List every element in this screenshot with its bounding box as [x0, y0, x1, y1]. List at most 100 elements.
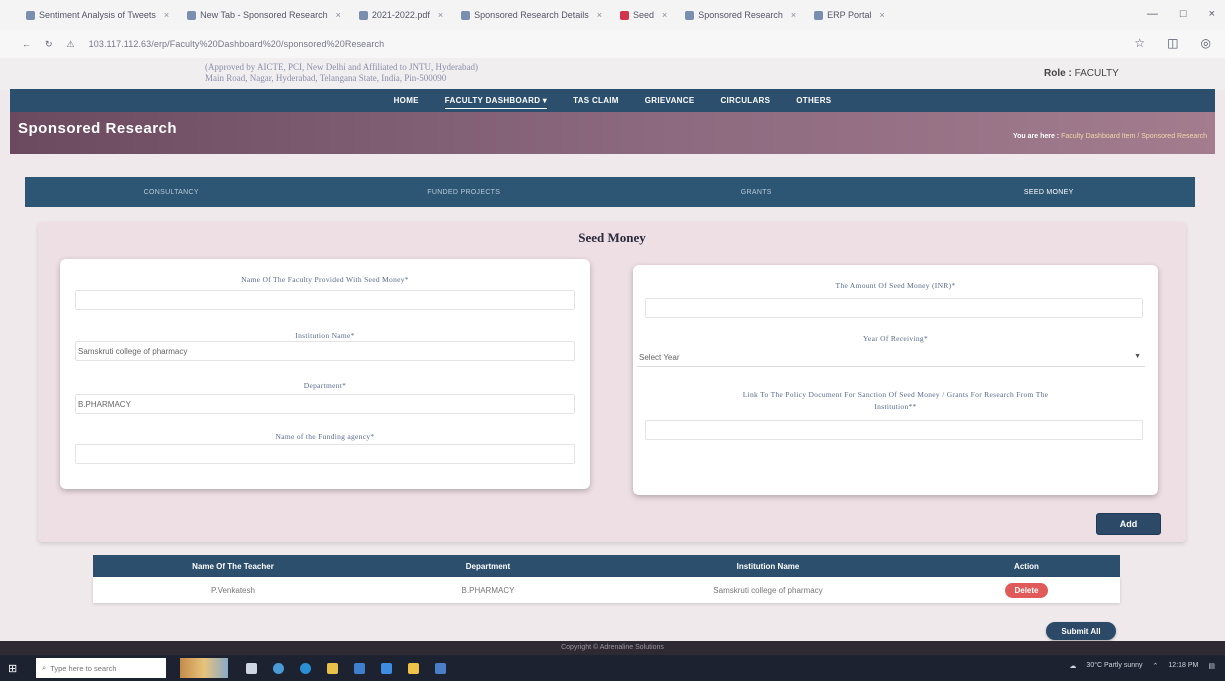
department-input[interactable]: B.PHARMACY: [75, 394, 575, 414]
research-subtabs: CONSULTANCY FUNDED PROJECTS GRANTS SEED …: [25, 177, 1195, 207]
lock-icon: ⚠: [66, 38, 75, 49]
department-label: Department*: [303, 381, 347, 390]
policy-link-input[interactable]: [645, 420, 1143, 440]
page-banner: Sponsored Research You are here : Facult…: [10, 112, 1215, 154]
institution-cell: Samskruti college of pharmacy: [713, 585, 823, 595]
extensions-icon[interactable]: ◫: [1167, 36, 1178, 50]
policy-link-label: Link To The Policy Document For Sanction…: [742, 390, 1049, 411]
back-icon[interactable]: ←: [22, 39, 31, 49]
page-footer: Copyright © Adrenaline Solutions: [0, 641, 1225, 655]
amount-input[interactable]: [645, 298, 1143, 318]
photos-icon[interactable]: [435, 662, 446, 674]
close-icon[interactable]: ×: [164, 10, 169, 20]
institution-label: Institution Name*: [295, 331, 355, 340]
institution-input[interactable]: Samskruti college of pharmacy: [75, 341, 575, 361]
close-icon[interactable]: ×: [662, 10, 667, 20]
year-select[interactable]: Select Year ▼: [636, 347, 1146, 367]
chevron-down-icon: ▼: [1134, 353, 1141, 360]
nav-tas-claim[interactable]: TAS CLAIM: [573, 93, 619, 108]
site-header: (Approved by AICTE, PCI, New Delhi and A…: [0, 58, 1225, 90]
table-header: Name Of The Teacher Department Instituti…: [93, 555, 1120, 577]
browser-tab[interactable]: Sponsored Research ×: [679, 5, 802, 25]
task-view-icon[interactable]: [246, 662, 257, 674]
tab-consultancy[interactable]: CONSULTANCY: [25, 189, 318, 196]
taskbar-search[interactable]: ⌕ Type here to search: [36, 658, 166, 678]
nav-faculty-dashboard[interactable]: FACULTY DASHBOARD ▾: [444, 93, 548, 109]
nav-circulars[interactable]: CIRCULARS: [720, 93, 770, 108]
nav-home[interactable]: HOME: [394, 93, 419, 108]
action-cell: Delete: [933, 582, 1120, 598]
close-icon[interactable]: ×: [879, 10, 884, 20]
window-controls: — □ ×: [1147, 8, 1215, 20]
main-nav: HOME FACULTY DASHBOARD ▾ TAS CLAIM GRIEV…: [10, 89, 1215, 112]
browser-tab[interactable]: Sentiment Analysis of Tweets ×: [20, 5, 175, 25]
bookmark-icon[interactable]: ☆: [1134, 36, 1145, 50]
right-form-card: The Amount Of Seed Money (INR)* Year Of …: [633, 265, 1158, 495]
minimize-icon[interactable]: —: [1147, 8, 1158, 20]
close-icon[interactable]: ×: [791, 10, 796, 20]
os-taskbar: ⊞ ⌕ Type here to search ☁ 30°C Partly su…: [0, 655, 1225, 681]
mail-icon[interactable]: [381, 662, 392, 674]
nav-grievance[interactable]: GRIEVANCE: [645, 93, 695, 108]
funding-agency-input[interactable]: [75, 444, 575, 464]
browser-tab[interactable]: New Tab - Sponsored Research ×: [181, 5, 347, 25]
profile-icon[interactable]: ◎: [1201, 36, 1211, 50]
reload-icon[interactable]: ↻: [45, 39, 53, 50]
file-explorer-icon[interactable]: [327, 662, 338, 674]
nav-others[interactable]: OTHERS: [796, 93, 831, 108]
search-icon: ⌕: [42, 663, 47, 672]
left-form-card: Name Of The Faculty Provided With Seed M…: [60, 259, 590, 489]
news-widget-icon[interactable]: [180, 658, 228, 678]
close-icon[interactable]: ×: [597, 10, 602, 20]
browser-tab[interactable]: ERP Portal ×: [808, 5, 891, 25]
table-row: P.Venkatesh B.PHARMACY Samskruti college…: [93, 577, 1120, 603]
add-button[interactable]: Add: [1096, 513, 1161, 535]
wifi-icon[interactable]: ⌃: [1153, 662, 1159, 670]
college-info: (Approved by AICTE, PCI, New Delhi and A…: [205, 62, 479, 83]
favicon-icon: [685, 10, 695, 20]
windows-start-icon[interactable]: ⊞: [8, 662, 30, 675]
store-icon[interactable]: [354, 662, 365, 674]
year-label: Year Of Receiving*: [862, 334, 929, 343]
department-cell: B.PHARMACY: [461, 585, 515, 595]
breadcrumb: You are here : Faculty Dashboard Item / …: [1012, 133, 1207, 140]
browser-tab[interactable]: Seed ×: [614, 5, 673, 25]
tab-grants[interactable]: GRANTS: [610, 189, 903, 196]
maximize-icon[interactable]: □: [1180, 8, 1187, 20]
favicon-icon: [620, 10, 629, 20]
faculty-name-input[interactable]: [75, 290, 575, 310]
sticky-app-icon[interactable]: [408, 662, 419, 674]
favicon-icon: [461, 10, 471, 20]
amount-label: The Amount Of Seed Money (INR)*: [835, 281, 956, 290]
url-field[interactable]: 103.117.112.63/erp/Faculty%20Dashboard%2…: [89, 39, 385, 49]
form-title: Seed Money: [578, 230, 646, 245]
favicon-icon: [358, 10, 368, 20]
browser-tab[interactable]: 2021-2022.pdf ×: [353, 5, 449, 25]
seed-money-table: Name Of The Teacher Department Instituti…: [93, 555, 1120, 603]
chrome-icon[interactable]: [273, 662, 284, 674]
address-bar: ← ↻ ⚠ 103.117.112.63/erp/Faculty%20Dashb…: [0, 30, 1225, 58]
delete-button[interactable]: Delete: [1005, 582, 1048, 598]
role-indicator: Role : FACULTY: [1044, 68, 1119, 79]
weather-icon: ☁: [1069, 663, 1077, 670]
close-icon[interactable]: ×: [336, 10, 341, 20]
faculty-name-label: Name Of The Faculty Provided With Seed M…: [241, 275, 409, 284]
teacher-cell: P.Venkatesh: [211, 585, 255, 595]
favicon-icon: [814, 10, 824, 20]
tab-funded-projects[interactable]: FUNDED PROJECTS: [318, 189, 611, 196]
seed-money-panel: Seed Money Name Of The Faculty Provided …: [38, 222, 1186, 542]
system-tray: ☁ 30°C Partly sunny ⌃ 12:18 PM ▤: [1069, 662, 1215, 670]
favicon-icon: [187, 10, 197, 20]
close-window-icon[interactable]: ×: [1209, 8, 1215, 20]
close-icon[interactable]: ×: [438, 10, 443, 20]
favicon-icon: [26, 10, 35, 20]
browser-tab[interactable]: Sponsored Research Details ×: [455, 5, 608, 25]
notification-icon[interactable]: ▤: [1208, 662, 1215, 670]
edge-icon[interactable]: [300, 662, 311, 674]
tab-seed-money[interactable]: SEED MONEY: [903, 189, 1196, 196]
page-title: Sponsored Research: [18, 120, 178, 137]
taskbar-apps: [246, 662, 446, 674]
funding-agency-label: Name of the Funding agency*: [275, 432, 375, 441]
submit-all-button[interactable]: Submit All: [1046, 622, 1116, 640]
browser-tab-bar: Sentiment Analysis of Tweets × New Tab - …: [0, 0, 1225, 30]
